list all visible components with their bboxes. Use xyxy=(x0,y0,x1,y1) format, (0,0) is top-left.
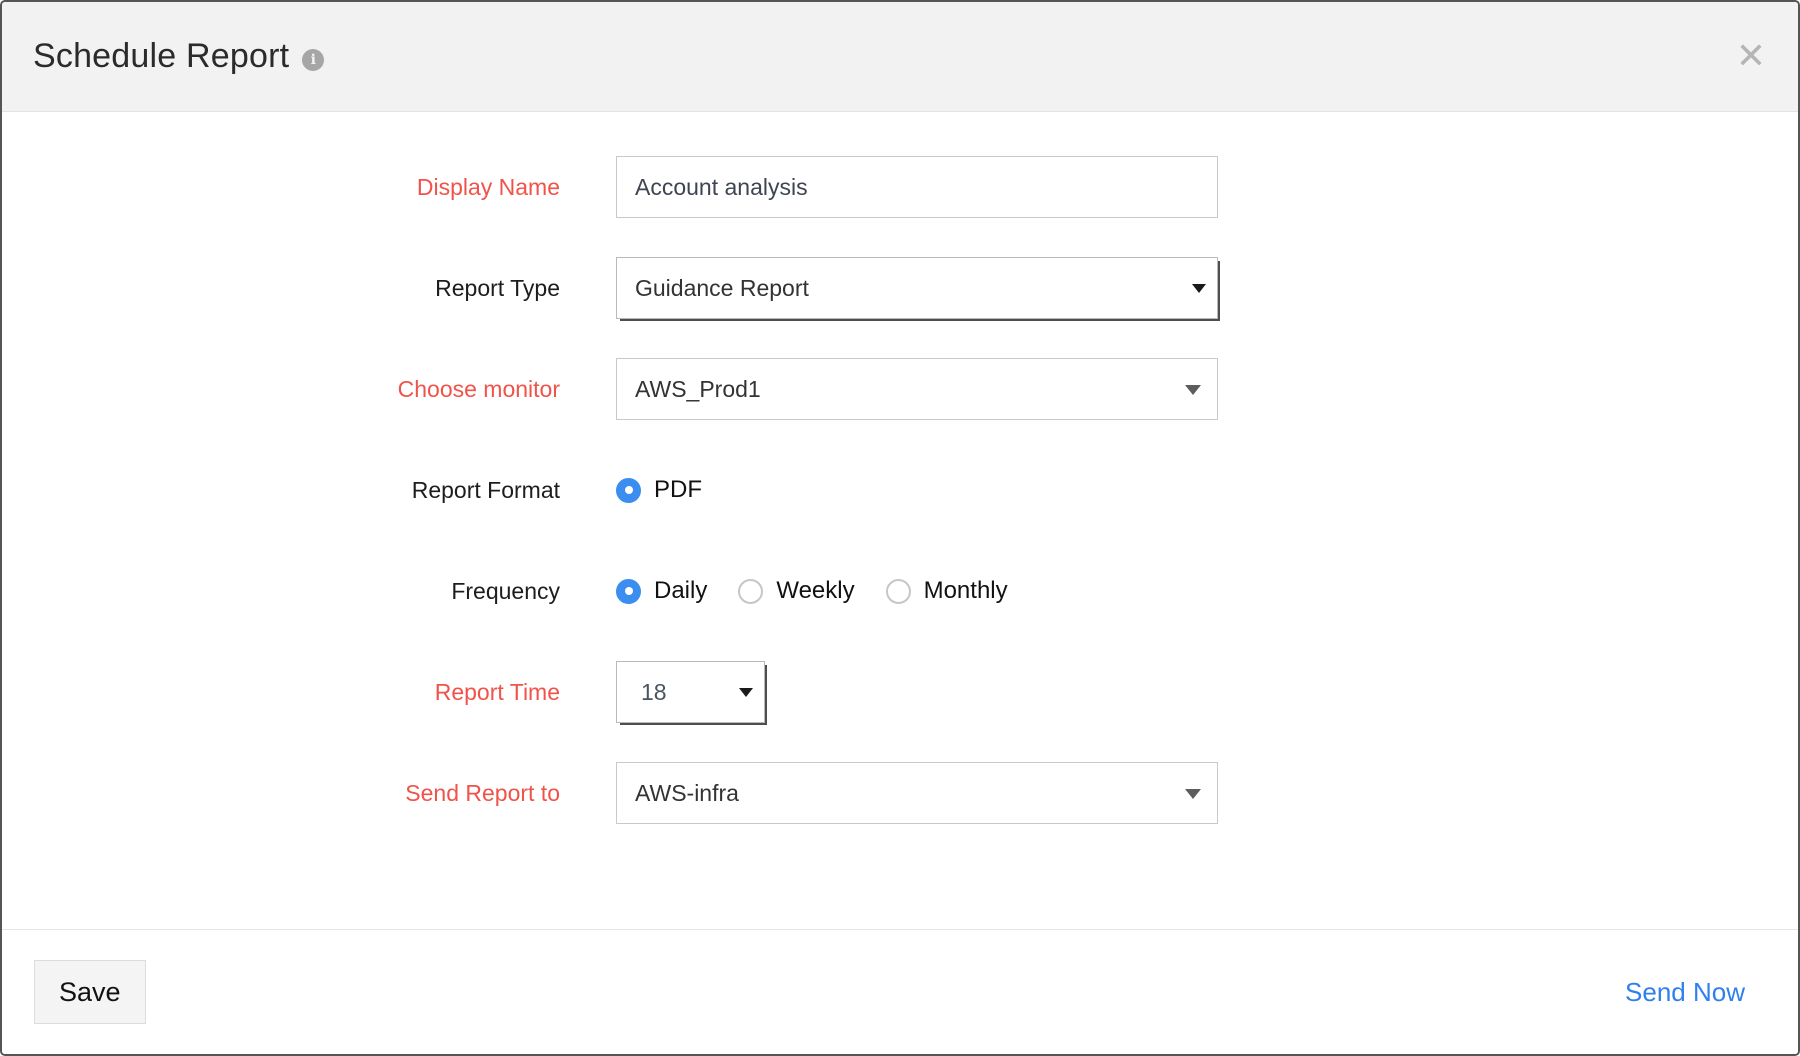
chevron-down-icon xyxy=(1185,385,1201,395)
send-now-link[interactable]: Send Now xyxy=(1625,977,1745,1008)
choose-monitor-value: AWS_Prod1 xyxy=(617,376,761,403)
radio-option-label: Weekly xyxy=(776,577,854,605)
chevron-down-icon xyxy=(1192,284,1206,293)
radio-option-label: PDF xyxy=(654,476,702,504)
send-report-to-label: Send Report to xyxy=(2,780,560,807)
dialog-body: Display Name Report Type Guidance Report… xyxy=(2,112,1798,824)
dialog-title: Schedule Report xyxy=(33,37,289,76)
send-report-to-dropdown[interactable]: AWS-infra xyxy=(616,762,1218,824)
radio-option-label: Daily xyxy=(654,577,707,605)
radio-unselected-icon[interactable] xyxy=(738,579,763,604)
radio-selected-icon[interactable] xyxy=(616,478,641,503)
save-button[interactable]: Save xyxy=(34,960,146,1024)
dialog-footer: Save Send Now xyxy=(2,929,1798,1054)
row-report-time: Report Time 18 xyxy=(2,661,1798,723)
display-name-label: Display Name xyxy=(2,174,560,201)
radio-selected-icon[interactable] xyxy=(616,579,641,604)
report-type-select[interactable]: Guidance Report xyxy=(616,257,1218,319)
chevron-down-icon xyxy=(739,688,753,697)
send-report-to-value: AWS-infra xyxy=(617,780,739,807)
info-icon[interactable]: i xyxy=(302,49,324,71)
row-send-report-to: Send Report to AWS-infra xyxy=(2,762,1798,824)
row-report-format: Report Format PDF xyxy=(2,459,1798,521)
report-time-label: Report Time xyxy=(2,679,560,706)
radio-unselected-icon[interactable] xyxy=(886,579,911,604)
row-display-name: Display Name xyxy=(2,156,1798,218)
chevron-down-icon xyxy=(1185,789,1201,799)
row-choose-monitor: Choose monitor AWS_Prod1 xyxy=(2,358,1798,420)
row-frequency: Frequency Daily Weekly Monthly xyxy=(2,560,1798,622)
choose-monitor-label: Choose monitor xyxy=(2,376,560,403)
close-icon[interactable]: ✕ xyxy=(1736,39,1766,75)
dialog-header: Schedule Report i ✕ xyxy=(2,2,1798,112)
frequency-label: Frequency xyxy=(2,578,560,605)
schedule-report-dialog: Schedule Report i ✕ Display Name Report … xyxy=(0,0,1800,1056)
radio-option-label: Monthly xyxy=(924,577,1008,605)
report-format-label: Report Format xyxy=(2,477,560,504)
display-name-input[interactable] xyxy=(616,156,1218,218)
report-format-option-pdf[interactable]: PDF xyxy=(616,476,702,504)
frequency-option-weekly[interactable]: Weekly xyxy=(738,577,854,605)
frequency-option-monthly[interactable]: Monthly xyxy=(886,577,1008,605)
report-time-value: 18 xyxy=(617,679,667,706)
report-type-label: Report Type xyxy=(2,275,560,302)
report-type-value: Guidance Report xyxy=(617,275,809,302)
frequency-option-daily[interactable]: Daily xyxy=(616,577,707,605)
row-report-type: Report Type Guidance Report xyxy=(2,257,1798,319)
report-time-select[interactable]: 18 xyxy=(616,661,765,723)
choose-monitor-dropdown[interactable]: AWS_Prod1 xyxy=(616,358,1218,420)
